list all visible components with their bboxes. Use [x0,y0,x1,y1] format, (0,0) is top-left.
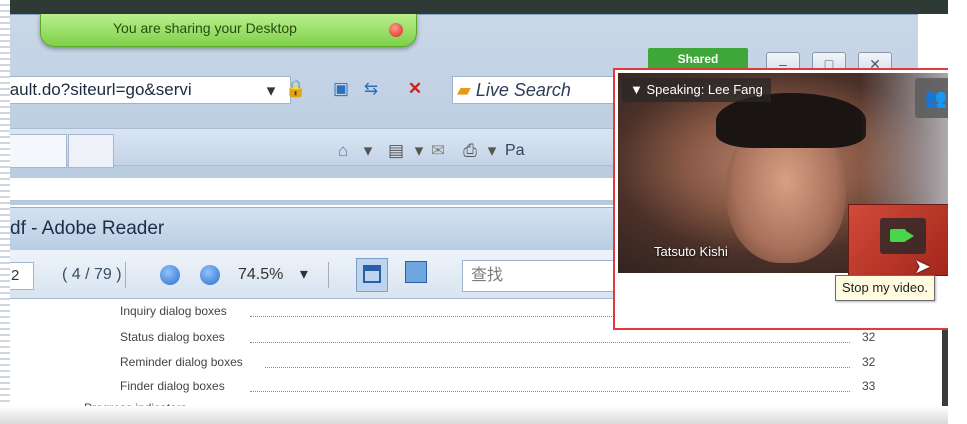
home-dropdown-icon[interactable]: ▾ [355,138,381,164]
toc-leader [250,342,850,343]
fit-width-icon [363,265,381,283]
active-speaker-label: ▼ Speaking: Lee Fang [622,78,771,102]
zoom-level[interactable]: 74.5% ▾ [238,262,308,288]
compatibility-icon[interactable]: ▣ [328,76,354,102]
stop-video-tooltip: Stop my video. [835,275,935,301]
torn-edge-right [948,0,967,424]
browser-tab[interactable] [0,134,67,168]
zoom-value: 74.5% [238,266,284,283]
toc-entry[interactable]: Status dialog boxes 32 [120,330,882,350]
sharing-banner: You are sharing your Desktop [40,14,417,47]
refresh-icon[interactable]: ⇆ [358,76,384,102]
page-number-input[interactable]: 2 [8,262,34,290]
shared-badge: Shared [648,48,748,70]
search-input[interactable]: ▰ Live Search [452,76,628,104]
new-tab-button[interactable] [68,134,114,168]
toc-entry[interactable]: Finder dialog boxes 33 [120,379,882,399]
torn-edge-left [0,0,10,424]
zoom-dropdown-icon: ▾ [299,266,308,283]
search-placeholder: Live Search [475,80,571,100]
address-dropdown-icon[interactable]: ▾ [258,78,284,104]
page-menu[interactable]: Pa [505,138,525,164]
participant-name-label: Tatsuto Kishi [654,244,728,259]
zoom-out-icon[interactable] [160,265,180,285]
zoom-in-icon[interactable] [200,265,220,285]
page-count: ( 4 / 79 ) [62,266,122,283]
mail-icon[interactable]: ✉ [425,138,451,164]
toolbar-divider [125,262,126,288]
stop-icon[interactable]: ✕ [402,76,428,102]
fit-page-icon [405,261,427,283]
sharing-status-text: You are sharing your Desktop [113,20,297,36]
toc-entry[interactable]: Reminder dialog boxes 32 [120,355,882,375]
fit-width-button[interactable] [356,258,388,292]
home-icon[interactable]: ⌂ [330,138,356,164]
lock-icon[interactable]: 🔒 [283,76,309,102]
desktop-background [0,0,950,14]
camera-icon [890,229,906,242]
fit-page-button[interactable] [402,258,428,286]
address-bar[interactable]: fault.do?siteurl=go&servi [0,76,291,104]
collapse-arrow-icon[interactable]: ▼ [630,82,643,97]
toc-leader [265,367,850,368]
camera-lens-icon [906,231,914,241]
toolbar-divider [328,262,329,288]
print-dropdown-icon[interactable]: ▾ [479,138,505,164]
toc-leader [250,391,850,392]
find-input[interactable]: 查找 [462,260,622,292]
search-provider-icon: ▰ [457,80,471,100]
stop-sharing-icon[interactable] [389,23,403,37]
torn-edge-bottom [0,406,950,424]
